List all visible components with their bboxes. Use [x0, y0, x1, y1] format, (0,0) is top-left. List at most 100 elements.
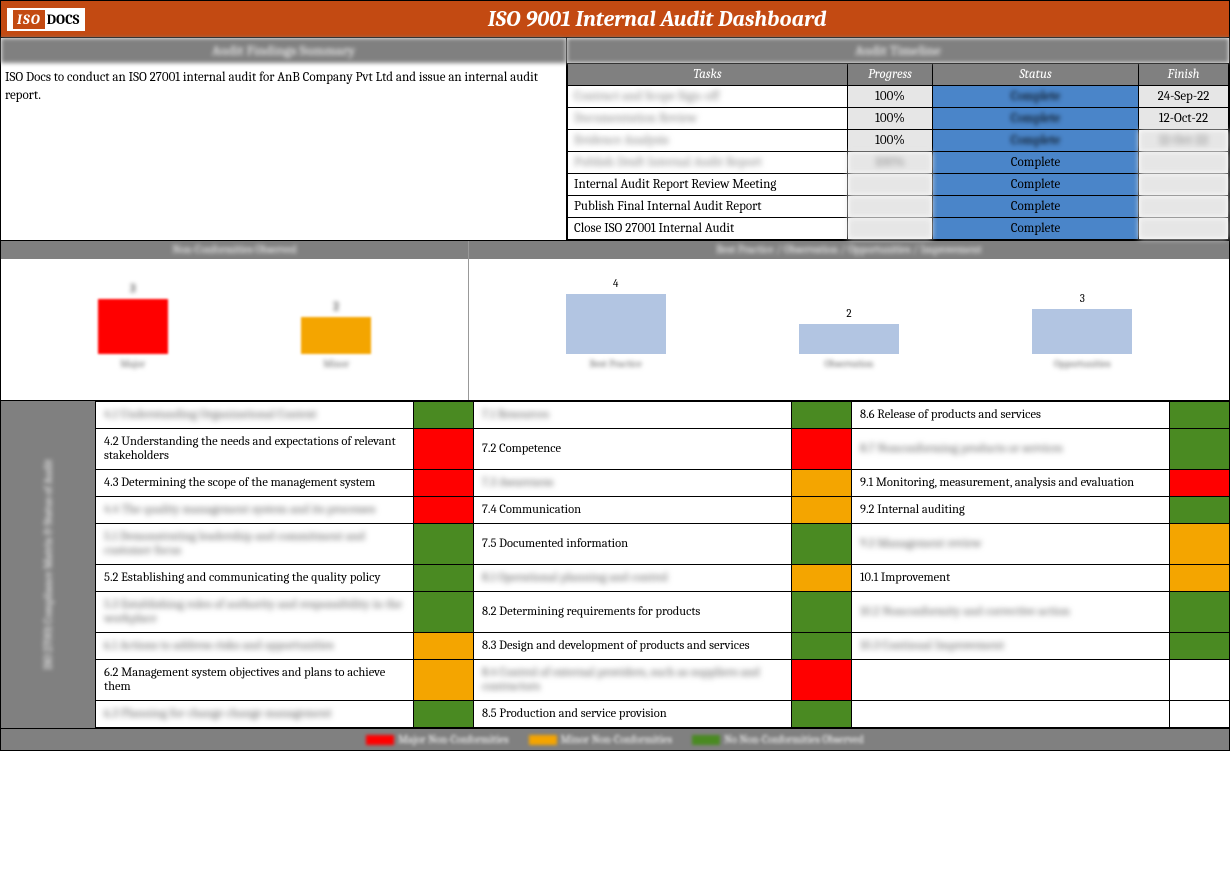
matrix-text-cell: 5.3 Establishing roles of authority and …	[96, 592, 414, 633]
chart-obs-title: Best Practice / Observation / Opportunit…	[469, 241, 1229, 259]
logo: ISO DOCS	[7, 8, 85, 31]
matrix-status-cell	[792, 701, 852, 728]
matrix-grid: 4.1 Understanding Organizational Context…	[95, 401, 1230, 728]
status-cell: Complete	[933, 174, 1139, 196]
matrix-row: 6.2 Management system objectives and pla…	[96, 660, 1230, 701]
logo-docs: DOCS	[47, 11, 80, 28]
matrix-status-cell	[1170, 701, 1230, 728]
logo-iso: ISO	[13, 10, 45, 29]
legend-label: No Non-Conformities Observed	[724, 733, 864, 746]
finish-cell	[1139, 196, 1229, 218]
progress-cell	[848, 218, 933, 240]
bar-category: Major	[120, 358, 145, 370]
matrix-text-cell: 4.2 Understanding the needs and expectat…	[96, 429, 414, 470]
bar-value: 3	[130, 282, 135, 295]
matrix-text-cell: 7.1 Resources	[474, 402, 792, 429]
task-cell: Evidence Analysis	[568, 130, 848, 152]
matrix-text-cell: 6.1 Actions to address risks and opportu…	[96, 633, 414, 660]
matrix-status-cell	[1170, 565, 1230, 592]
matrix-status-cell	[414, 633, 474, 660]
bar-value: 3	[1080, 292, 1085, 305]
summary-timeline-row: Audit Findings Summary ISO Docs to condu…	[0, 38, 1230, 241]
task-cell: Close ISO 27001 Internal Audit	[568, 218, 848, 240]
timeline-row: Publish Draft Internal Audit Report100%C…	[568, 152, 1229, 174]
status-cell: Complete	[933, 130, 1139, 152]
task-cell: Publish Final Internal Audit Report	[568, 196, 848, 218]
task-cell: Internal Audit Report Review Meeting	[568, 174, 848, 196]
matrix-status-cell	[414, 701, 474, 728]
finish-cell: 24-Sep-22	[1139, 86, 1229, 108]
matrix-text-cell: 8.3 Design and development of products a…	[474, 633, 792, 660]
matrix-row: 4.2 Understanding the needs and expectat…	[96, 429, 1230, 470]
chart-nonconformities: Non-Conformities Observed 3Major2Minor	[1, 241, 469, 400]
bar	[799, 324, 899, 354]
matrix-text-cell: 9.3 Management review	[852, 524, 1170, 565]
matrix-status-cell	[1170, 660, 1230, 701]
matrix-status-cell	[414, 497, 474, 524]
matrix-text-cell: 4.4 The quality management system and it…	[96, 497, 414, 524]
timeline-column: Audit Timeline Tasks Progress Status Fin…	[567, 38, 1229, 240]
matrix-row: 5.1 Demonstrating leadership and commitm…	[96, 524, 1230, 565]
status-cell: Complete	[933, 218, 1139, 240]
matrix-status-cell	[1170, 633, 1230, 660]
finish-cell	[1139, 152, 1229, 174]
legend-label: Major Non-Conformities	[398, 733, 508, 746]
bar-value: 2	[846, 307, 851, 320]
progress-cell: 100%	[848, 130, 933, 152]
matrix-text-cell: 6.2 Management system objectives and pla…	[96, 660, 414, 701]
matrix-row: 6.1 Actions to address risks and opportu…	[96, 633, 1230, 660]
matrix-side-label: ISO 27001 Compliance Matrix & Status of …	[1, 401, 95, 728]
col-status: Status	[933, 64, 1139, 86]
matrix-text-cell: 5.2 Establishing and communicating the q…	[96, 565, 414, 592]
matrix-status-cell	[792, 633, 852, 660]
matrix-text-cell: 8.5 Production and service provision	[474, 701, 792, 728]
progress-cell	[848, 174, 933, 196]
matrix-status-cell	[792, 402, 852, 429]
finish-cell	[1139, 174, 1229, 196]
matrix-row: 6.3 Planning for change change managemen…	[96, 701, 1230, 728]
timeline-row: Close ISO 27001 Internal Audit Complete	[568, 218, 1229, 240]
matrix-row: 4.1 Understanding Organizational Context…	[96, 402, 1230, 429]
matrix-text-cell: 8.2 Determining requirements for product…	[474, 592, 792, 633]
task-cell: Publish Draft Internal Audit Report	[568, 152, 848, 174]
matrix-text-cell: 5.1 Demonstrating leadership and commitm…	[96, 524, 414, 565]
status-cell: Complete	[933, 196, 1139, 218]
matrix-text-cell: 8.1 Operational planning and control	[474, 565, 792, 592]
task-cell: Contract and Scope Sign-off	[568, 86, 848, 108]
matrix-text-cell: 8.4 Control of external providers, such …	[474, 660, 792, 701]
matrix-section: ISO 27001 Compliance Matrix & Status of …	[0, 401, 1230, 729]
timeline-row: Documentation Review100%Complete12-Oct-2…	[568, 108, 1229, 130]
status-cell: Complete	[933, 108, 1139, 130]
charts-row: Non-Conformities Observed 3Major2Minor B…	[0, 241, 1230, 401]
timeline-table: Tasks Progress Status Finish Contract an…	[567, 63, 1229, 240]
matrix-text-cell: 7.2 Competence	[474, 429, 792, 470]
matrix-status-cell	[792, 524, 852, 565]
summary-column: Audit Findings Summary ISO Docs to condu…	[1, 38, 567, 240]
matrix-text-cell: 7.3 Awareness	[474, 470, 792, 497]
matrix-status-cell	[792, 470, 852, 497]
task-cell: Documentation Review	[568, 108, 848, 130]
col-finish: Finish	[1139, 64, 1229, 86]
matrix-status-cell	[414, 660, 474, 701]
matrix-status-cell	[792, 497, 852, 524]
bar-value: 2	[334, 300, 339, 313]
matrix-status-cell	[1170, 592, 1230, 633]
bar	[301, 317, 371, 354]
matrix-text-cell: 10.3 Continual Improvement	[852, 633, 1170, 660]
legend-row: Major Non-ConformitiesMinor Non-Conformi…	[0, 729, 1230, 751]
matrix-status-cell	[1170, 402, 1230, 429]
matrix-status-cell	[792, 660, 852, 701]
bar	[1032, 309, 1132, 354]
chart-observations: Best Practice / Observation / Opportunit…	[469, 241, 1229, 400]
summary-text: ISO Docs to conduct an ISO 27001 interna…	[1, 63, 566, 111]
bar	[98, 299, 168, 354]
matrix-text-cell: 4.1 Understanding Organizational Context	[96, 402, 414, 429]
matrix-status-cell	[792, 565, 852, 592]
matrix-row: 5.3 Establishing roles of authority and …	[96, 592, 1230, 633]
matrix-status-cell	[792, 429, 852, 470]
matrix-text-cell: 7.4 Communication	[474, 497, 792, 524]
col-tasks: Tasks	[568, 64, 848, 86]
timeline-row: Internal Audit Report Review Meeting Comp…	[568, 174, 1229, 196]
progress-cell	[848, 196, 933, 218]
status-cell: Complete	[933, 86, 1139, 108]
